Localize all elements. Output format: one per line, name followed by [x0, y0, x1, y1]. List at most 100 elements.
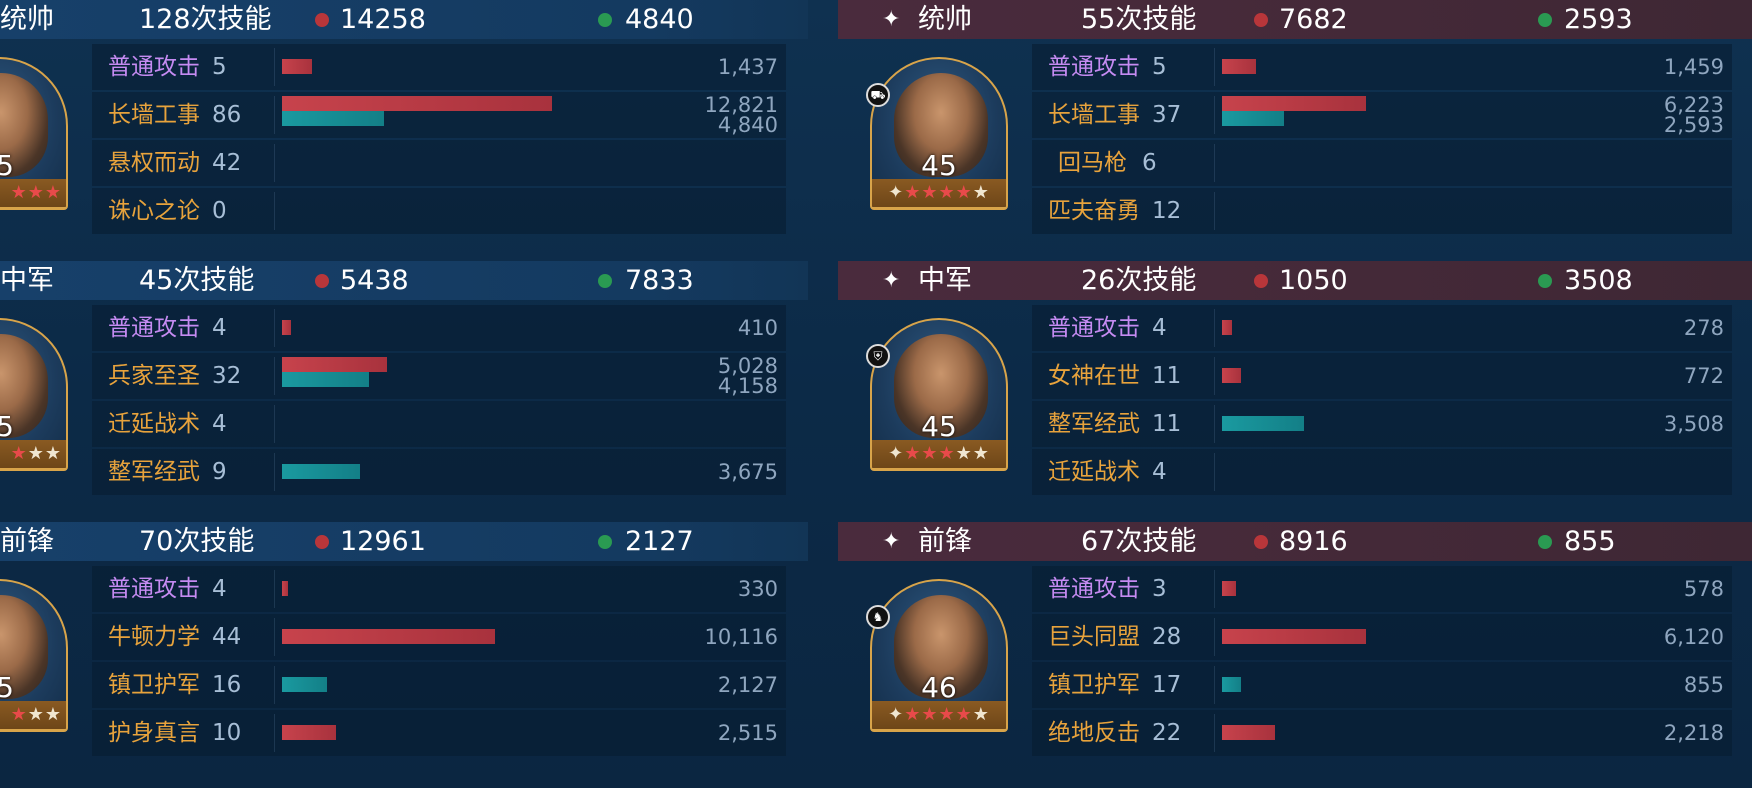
damage-value: 6,120 — [1663, 625, 1724, 649]
shield-icon: ⛨ — [866, 344, 890, 368]
skill-cast-times: 4 — [212, 411, 227, 437]
heal-total: 7833 — [625, 265, 694, 296]
heal-total: 4840 — [625, 4, 694, 35]
skill-name[interactable]: 长墙工事 — [108, 92, 200, 138]
heal-value: 4,840 — [717, 113, 778, 137]
hero-role: 统帅 — [918, 4, 972, 35]
hero-portrait[interactable]: 46 ✦★★★★★ — [870, 579, 1008, 732]
skill-cast-times: 12 — [1152, 198, 1182, 224]
skill-name[interactable]: 绝地反击 — [1048, 710, 1140, 756]
skill-row: 整军经武 9 3,675 — [92, 449, 786, 495]
skill-row: 普通攻击 4 278 — [1032, 305, 1732, 351]
hero-portrait[interactable]: 5★★★ — [0, 57, 68, 210]
hero-portrait[interactable]: 45 ✦★★★★★ — [870, 318, 1008, 471]
damage-total: 8916 — [1279, 526, 1348, 557]
damage-bar — [1222, 96, 1366, 111]
hero-section: ✦ 统帅 55次技能 7682 2593 45 ✦★★★★★ ⛟ 普通攻击 5 1,459 长墙工事 3… — [838, 0, 1752, 261]
damage-bar — [282, 357, 387, 372]
skill-row: 诛心之论 0 — [92, 188, 786, 234]
skill-name[interactable]: 普通攻击 — [108, 566, 200, 612]
hero-portrait[interactable]: 5★★★ — [0, 318, 68, 471]
heal-value: 855 — [1683, 673, 1724, 697]
skill-name[interactable]: 巨头同盟 — [1048, 614, 1140, 660]
damage-value: 10,116 — [704, 625, 778, 649]
heal-dot-icon — [1538, 13, 1552, 27]
column-divider — [1214, 618, 1215, 656]
column-divider — [274, 357, 275, 395]
hero-star-rating: ★★★ — [0, 701, 66, 729]
damage-bar — [282, 59, 312, 74]
hero-portrait[interactable]: 45 ✦★★★★★ — [870, 57, 1008, 210]
skill-row: 长墙工事 86 12,821 4,840 — [92, 92, 786, 138]
hero-summary-header: 统帅 128次技能 14258 4840 — [0, 0, 808, 39]
left-team: 统帅128次技能1425848405★★★普通攻击51,437长墙工事8612,… — [0, 0, 808, 788]
skill-name[interactable]: 镇卫护军 — [108, 662, 200, 708]
hero-role: 中军 — [918, 265, 972, 296]
hero-level: 46 — [921, 671, 957, 704]
skill-name[interactable]: 整军经武 — [1048, 401, 1140, 447]
column-divider — [274, 405, 275, 443]
hero-portrait[interactable]: 5★★★ — [0, 579, 68, 732]
skill-cast-times: 22 — [1152, 720, 1182, 746]
skill-cast-count: 67次技能 — [1081, 526, 1197, 557]
skill-name[interactable]: 普通攻击 — [108, 44, 200, 90]
skill-row: 普通攻击 4 410 — [92, 305, 786, 351]
damage-bar — [282, 96, 552, 111]
skill-name[interactable]: 迁延战术 — [108, 401, 200, 447]
skill-name[interactable]: 悬权而动 — [108, 140, 200, 186]
skill-row: 牛顿力学 44 10,116 — [92, 614, 786, 660]
skill-name[interactable]: 牛顿力学 — [108, 614, 200, 660]
skill-cast-times: 10 — [212, 720, 242, 746]
white-stars: ★ — [972, 182, 990, 203]
skill-cast-times: 4 — [212, 315, 227, 341]
hero-role: 中军 — [0, 265, 54, 296]
hero-star-rating: ✦★★★★★ — [872, 179, 1006, 207]
hero-level: 45 — [921, 149, 957, 182]
skill-name[interactable]: 普通攻击 — [1048, 305, 1140, 351]
skill-name[interactable]: 回马枪 — [1058, 140, 1127, 186]
rank-mark-icon: ✦ — [888, 182, 905, 203]
hero-level: 5 — [0, 410, 66, 443]
skill-name[interactable]: 匹夫奋勇 — [1048, 188, 1140, 234]
skill-name[interactable]: 兵家至圣 — [108, 353, 200, 399]
hero-level: 5 — [0, 149, 66, 182]
column-divider — [1214, 48, 1215, 86]
heal-dot-icon — [598, 13, 612, 27]
column-divider — [1214, 96, 1215, 134]
damage-bar — [1222, 725, 1275, 740]
skill-name[interactable]: 诛心之论 — [108, 188, 200, 234]
hero-level: 45 — [921, 410, 957, 443]
hero-section: 中军45次技能543878335★★★普通攻击4410兵家至圣325,0284,… — [0, 261, 808, 522]
skill-name[interactable]: 普通攻击 — [1048, 44, 1140, 90]
column-divider — [1214, 144, 1215, 182]
skill-name[interactable]: 长墙工事 — [1048, 92, 1140, 138]
skill-cast-times: 44 — [212, 624, 242, 650]
damage-value: 772 — [1683, 364, 1724, 388]
skill-row: 巨头同盟 28 6,120 — [1032, 614, 1732, 660]
skill-name[interactable]: 普通攻击 — [108, 305, 200, 351]
skill-name[interactable]: 镇卫护军 — [1048, 662, 1140, 708]
heal-total: 855 — [1564, 526, 1616, 557]
skill-row: 迁延战术 4 — [92, 401, 786, 447]
skill-cast-count: 55次技能 — [1081, 4, 1197, 35]
hero-section: 统帅128次技能1425848405★★★普通攻击51,437长墙工事8612,… — [0, 0, 808, 261]
red-stars: ★ — [10, 704, 28, 725]
skill-name[interactable]: 普通攻击 — [1048, 566, 1140, 612]
skill-row: 匹夫奋勇 12 — [1032, 188, 1732, 234]
damage-value: 330 — [737, 577, 778, 601]
hero-summary-header: 前锋 70次技能 12961 2127 — [0, 522, 808, 561]
skill-row: 护身真言 10 2,515 — [92, 710, 786, 756]
skill-name[interactable]: 迁延战术 — [1048, 449, 1140, 495]
horse-icon: ♞ — [866, 605, 890, 629]
skill-cast-times: 11 — [1152, 411, 1182, 437]
hero-summary-header: ✦ 中军 26次技能 1050 3508 — [838, 261, 1752, 300]
column-divider — [274, 714, 275, 752]
skill-name[interactable]: 护身真言 — [108, 710, 200, 756]
skill-cast-times: 11 — [1152, 363, 1182, 389]
column-divider — [274, 453, 275, 491]
hero-summary-header: 中军 45次技能 5438 7833 — [0, 261, 808, 300]
heal-value: 2,127 — [717, 673, 778, 697]
skill-name[interactable]: 女神在世 — [1048, 353, 1140, 399]
skill-cast-times: 4 — [212, 576, 227, 602]
skill-name[interactable]: 整军经武 — [108, 449, 200, 495]
